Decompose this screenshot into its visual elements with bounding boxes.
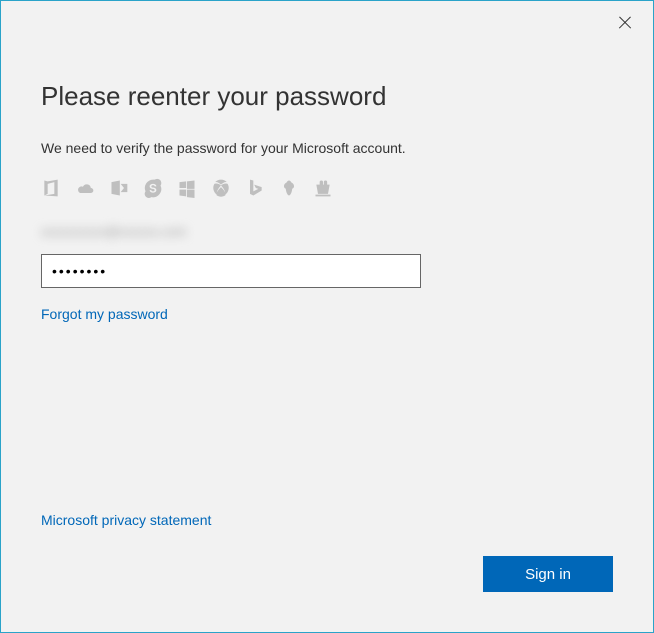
- forgot-password-link[interactable]: Forgot my password: [41, 306, 168, 322]
- outlook-icon: [109, 178, 129, 198]
- dialog-content: Please reenter your password We need to …: [41, 81, 613, 324]
- msn-icon: [279, 178, 299, 198]
- store-icon: [313, 178, 333, 198]
- dialog-footer: Microsoft privacy statement Sign in: [41, 512, 613, 592]
- windows-icon: [177, 178, 197, 198]
- sign-in-button[interactable]: Sign in: [483, 556, 613, 592]
- office-icon: [41, 178, 61, 198]
- skype-icon: [143, 178, 163, 198]
- dialog-title: Please reenter your password: [41, 81, 613, 112]
- close-icon[interactable]: [615, 13, 635, 33]
- password-input[interactable]: [41, 254, 421, 288]
- email-display: xxxxxxxxxx@xxxxxx.com: [41, 224, 221, 240]
- xbox-icon: [211, 178, 231, 198]
- onedrive-icon: [75, 178, 95, 198]
- privacy-statement-link[interactable]: Microsoft privacy statement: [41, 512, 211, 528]
- dialog-subtitle: We need to verify the password for your …: [41, 140, 613, 156]
- bing-icon: [245, 178, 265, 198]
- service-icons-row: [41, 178, 613, 198]
